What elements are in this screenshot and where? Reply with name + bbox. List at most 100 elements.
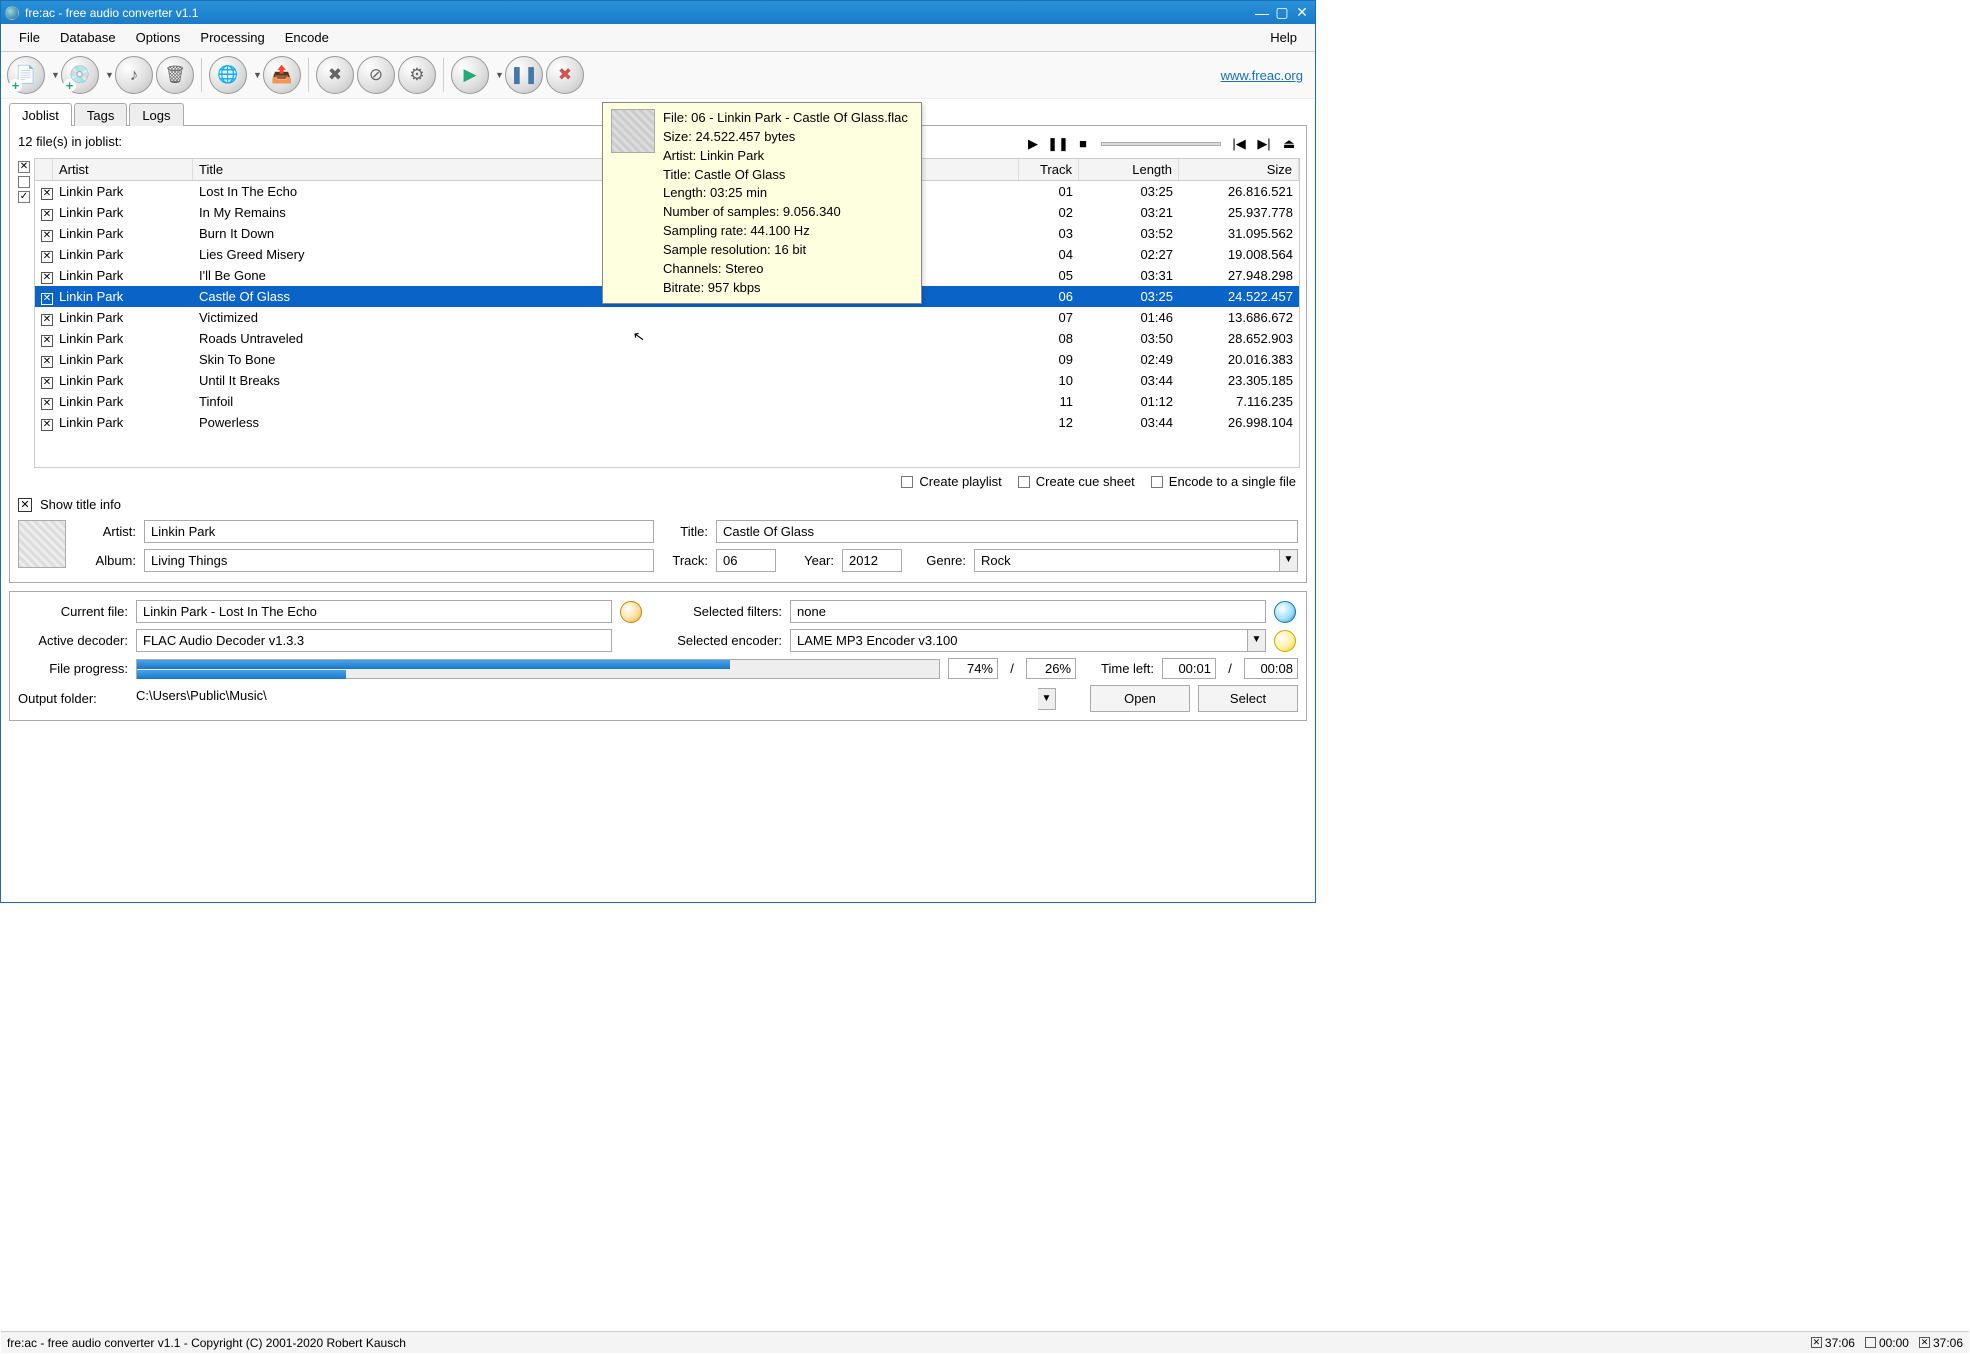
player-stop-icon[interactable]: ■ bbox=[1072, 133, 1094, 155]
pause-button[interactable]: ❚❚ bbox=[505, 56, 543, 94]
table-row[interactable]: ✕Linkin ParkRoads Untraveled0803:5028.65… bbox=[35, 328, 1299, 349]
tab-tags[interactable]: Tags bbox=[74, 103, 127, 126]
cddb-submit-button[interactable]: 📤 bbox=[263, 56, 301, 94]
cell-size: 25.937.778 bbox=[1179, 204, 1299, 221]
add-files-dropdown[interactable]: ▼ bbox=[48, 70, 58, 80]
output-folder-dropdown[interactable]: ▼ bbox=[1038, 688, 1056, 710]
menu-encode[interactable]: Encode bbox=[275, 26, 339, 49]
row-checkbox[interactable]: ✕ bbox=[41, 398, 53, 410]
genre-dropdown[interactable]: ▼ bbox=[1280, 549, 1298, 572]
settings-encoder-button[interactable]: ⊘ bbox=[357, 56, 395, 94]
menu-options[interactable]: Options bbox=[126, 26, 191, 49]
add-files-button[interactable]: 📄 bbox=[7, 56, 45, 94]
stop-button[interactable]: ✖ bbox=[546, 56, 584, 94]
menu-processing[interactable]: Processing bbox=[190, 26, 274, 49]
row-checkbox[interactable]: ✕ bbox=[41, 377, 53, 389]
encoder-settings-icon[interactable] bbox=[1274, 630, 1296, 652]
close-button[interactable]: ✕ bbox=[1293, 5, 1311, 21]
show-title-checkbox[interactable]: ✕ bbox=[18, 498, 32, 512]
remove-button[interactable]: ♪ bbox=[115, 56, 153, 94]
artist-input[interactable] bbox=[144, 520, 654, 543]
cddb-query-button[interactable]: 🌐 bbox=[209, 56, 247, 94]
row-checkbox[interactable]: ✕ bbox=[41, 251, 53, 263]
select-toggle-checkbox[interactable]: ✓ bbox=[18, 191, 30, 203]
add-cd-dropdown[interactable]: ▼ bbox=[102, 70, 112, 80]
table-row[interactable]: ✕Linkin ParkPowerless1203:4426.998.104 bbox=[35, 412, 1299, 433]
cell-size: 19.008.564 bbox=[1179, 246, 1299, 263]
cddb-dropdown[interactable]: ▼ bbox=[250, 70, 260, 80]
row-checkbox[interactable]: ✕ bbox=[41, 419, 53, 431]
tab-logs[interactable]: Logs bbox=[129, 103, 183, 126]
table-row[interactable]: ✕Linkin ParkUntil It Breaks1003:4423.305… bbox=[35, 370, 1299, 391]
website-link[interactable]: www.freac.org bbox=[1221, 68, 1303, 83]
settings-config-button[interactable]: ⚙ bbox=[398, 56, 436, 94]
title-input[interactable] bbox=[716, 520, 1298, 543]
row-checkbox[interactable]: ✕ bbox=[41, 230, 53, 242]
cell-length: 03:50 bbox=[1079, 330, 1179, 347]
menu-file[interactable]: File bbox=[9, 26, 50, 49]
row-checkbox[interactable]: ✕ bbox=[41, 356, 53, 368]
col-artist[interactable]: Artist bbox=[53, 159, 193, 180]
row-checkbox[interactable]: ✕ bbox=[41, 314, 53, 326]
select-all-checkbox[interactable]: ✕ bbox=[18, 161, 30, 173]
footer-check3[interactable]: ✕ bbox=[1919, 1337, 1930, 1348]
row-checkbox[interactable]: ✕ bbox=[41, 209, 53, 221]
titlebar[interactable]: fre:ac - free audio converter v1.1 — ▢ ✕ bbox=[1, 1, 1315, 24]
encode-single-checkbox[interactable]: Encode to a single file bbox=[1151, 474, 1296, 489]
player-play-icon[interactable]: ▶ bbox=[1022, 133, 1044, 155]
open-folder-button[interactable]: Open bbox=[1090, 685, 1190, 712]
output-folder-value[interactable]: C:\Users\Public\Music\ bbox=[136, 688, 1038, 710]
album-input[interactable] bbox=[144, 549, 654, 572]
footer-check2[interactable] bbox=[1865, 1337, 1876, 1348]
col-size[interactable]: Size bbox=[1179, 159, 1299, 180]
player-seek-slider[interactable] bbox=[1101, 142, 1221, 146]
player-prev-icon[interactable]: |◀ bbox=[1228, 133, 1250, 155]
row-checkbox[interactable]: ✕ bbox=[41, 335, 53, 347]
col-check[interactable] bbox=[35, 159, 53, 180]
encoder-dropdown[interactable]: ▼ bbox=[1248, 629, 1266, 652]
footer-check1[interactable]: ✕ bbox=[1811, 1337, 1822, 1348]
year-input[interactable] bbox=[842, 549, 902, 572]
col-length[interactable]: Length bbox=[1079, 159, 1179, 180]
cell-title: Powerless bbox=[193, 414, 1019, 431]
col-track[interactable]: Track bbox=[1019, 159, 1079, 180]
separator bbox=[308, 58, 309, 92]
cell-artist: Linkin Park bbox=[53, 414, 193, 431]
time1: 00:01 bbox=[1162, 658, 1216, 679]
refresh-file-icon[interactable] bbox=[620, 601, 642, 623]
cell-size: 20.016.383 bbox=[1179, 351, 1299, 368]
select-folder-button[interactable]: Select bbox=[1198, 685, 1298, 712]
create-playlist-checkbox[interactable]: Create playlist bbox=[901, 474, 1001, 489]
cell-length: 01:12 bbox=[1079, 393, 1179, 410]
table-row[interactable]: ✕Linkin ParkTinfoil1101:127.116.235 bbox=[35, 391, 1299, 412]
player-eject-icon[interactable]: ⏏ bbox=[1278, 133, 1300, 155]
joblist-count-label: 12 file(s) in joblist: bbox=[16, 132, 124, 155]
play-button[interactable]: ▶ bbox=[451, 56, 489, 94]
play-dropdown[interactable]: ▼ bbox=[492, 70, 502, 80]
genre-input[interactable] bbox=[974, 549, 1280, 572]
row-checkbox[interactable]: ✕ bbox=[41, 293, 53, 305]
encoder-value[interactable]: LAME MP3 Encoder v3.100 bbox=[790, 629, 1248, 652]
clear-button[interactable]: 🗑 bbox=[156, 56, 194, 94]
player-next-icon[interactable]: ▶| bbox=[1253, 133, 1275, 155]
player-pause-icon[interactable]: ❚❚ bbox=[1047, 133, 1069, 155]
filters-settings-icon[interactable] bbox=[1274, 601, 1296, 623]
year-label: Year: bbox=[784, 553, 834, 568]
table-row[interactable]: ✕Linkin ParkSkin To Bone0902:4920.016.38… bbox=[35, 349, 1299, 370]
row-checkbox[interactable]: ✕ bbox=[41, 272, 53, 284]
select-none-checkbox[interactable] bbox=[18, 176, 30, 188]
row-checkbox[interactable]: ✕ bbox=[41, 188, 53, 200]
track-input[interactable] bbox=[716, 549, 776, 572]
table-row[interactable]: ✕Linkin ParkVictimized0701:4613.686.672 bbox=[35, 307, 1299, 328]
menu-help[interactable]: Help bbox=[1260, 26, 1307, 49]
settings-general-button[interactable]: ✖ bbox=[316, 56, 354, 94]
cell-title: Victimized bbox=[193, 309, 1019, 326]
minimize-button[interactable]: — bbox=[1253, 5, 1271, 21]
cell-artist: Linkin Park bbox=[53, 330, 193, 347]
maximize-button[interactable]: ▢ bbox=[1273, 5, 1291, 21]
create-cuesheet-checkbox[interactable]: Create cue sheet bbox=[1018, 474, 1135, 489]
progress-pct2: 26% bbox=[1026, 658, 1076, 679]
menu-database[interactable]: Database bbox=[50, 26, 126, 49]
tab-joblist[interactable]: Joblist bbox=[9, 103, 72, 126]
add-cd-button[interactable]: 💿 bbox=[61, 56, 99, 94]
